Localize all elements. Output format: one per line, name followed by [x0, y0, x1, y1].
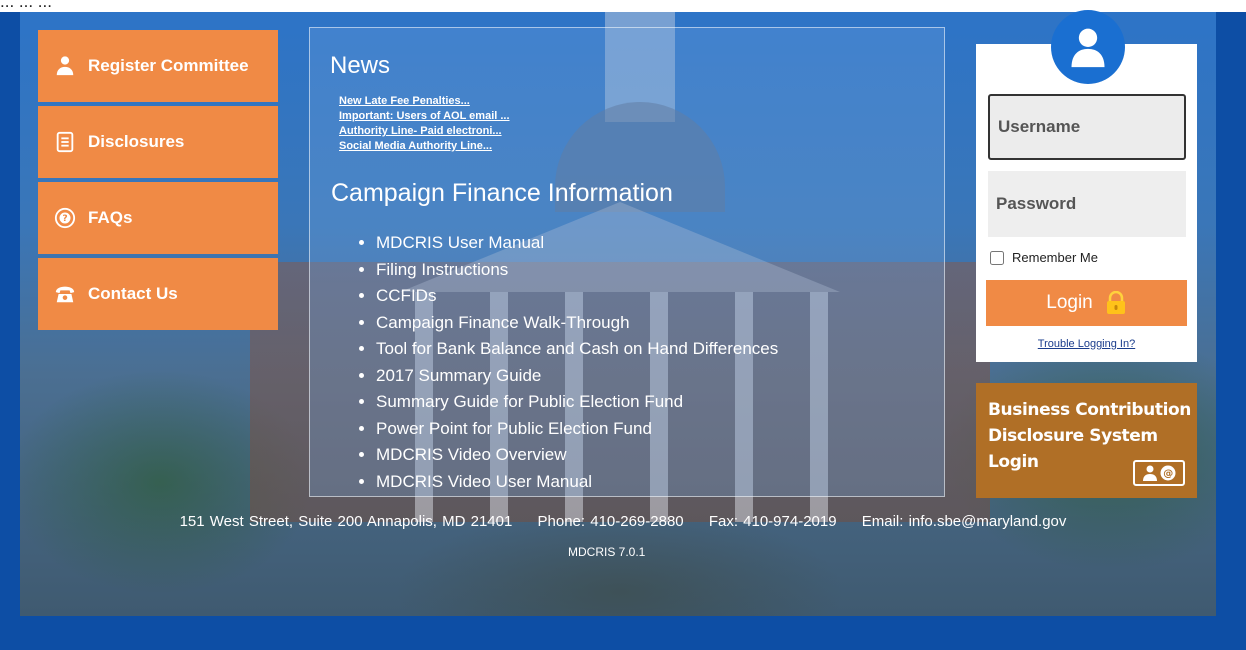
remember-me-checkbox[interactable]	[990, 250, 1004, 265]
nav-label: Register Committee	[88, 56, 249, 75]
nav-label: Contact Us	[88, 284, 178, 303]
business-contribution-login-button[interactable]: Business Contribution Disclosure System …	[976, 383, 1197, 498]
campaign-finance-link[interactable]: MDCRIS User Manual	[376, 230, 778, 257]
news-links: New Late Fee Penalties... Important: Use…	[339, 94, 510, 154]
contact-us-button[interactable]: Contact Us	[38, 258, 278, 330]
lock-icon	[1106, 291, 1125, 314]
trouble-logging-in-link[interactable]: Trouble Logging In?	[976, 338, 1197, 350]
user-icon	[56, 56, 74, 76]
top-strip-text: ... ... ...	[0, 0, 52, 11]
footer-email: Email: info.sbe@maryland.gov	[861, 513, 1067, 530]
remember-me-label: Remember Me	[1012, 250, 1098, 265]
campaign-finance-link[interactable]: CCFIDs	[376, 283, 778, 310]
bcd-line-2: Disclosure System	[988, 426, 1158, 446]
user-email-icon: @	[1133, 460, 1185, 486]
phone-icon	[55, 286, 75, 303]
remember-me[interactable]: Remember Me	[990, 250, 1098, 265]
user-avatar-icon	[1071, 28, 1105, 68]
nav-label: FAQs	[88, 208, 133, 227]
question-icon: ?	[54, 207, 76, 229]
footer-address: 151 West Street, Suite 200 Annapolis, MD…	[179, 513, 513, 530]
campaign-finance-link[interactable]: Power Point for Public Election Fund	[376, 416, 778, 443]
password-input[interactable]	[988, 171, 1186, 237]
news-link[interactable]: New Late Fee Penalties...	[339, 94, 510, 109]
campaign-finance-link[interactable]: Filing Instructions	[376, 257, 778, 284]
login-button-label: Login	[1046, 292, 1093, 313]
news-title: News	[330, 52, 391, 79]
campaign-finance-link[interactable]: 2017 Summary Guide	[376, 363, 778, 390]
login-button[interactable]: Login	[986, 280, 1187, 326]
campaign-finance-list: MDCRIS User Manual Filing Instructions C…	[356, 230, 778, 495]
news-panel: News New Late Fee Penalties... Important…	[309, 27, 945, 497]
nav-label: Disclosures	[88, 132, 185, 151]
footer-contact: 151 West Street, Suite 200 Annapolis, MD…	[0, 513, 1246, 530]
bcd-line-1: Business Contribution	[988, 400, 1191, 420]
campaign-finance-title: Campaign Finance Information	[331, 179, 673, 207]
campaign-finance-link[interactable]: Campaign Finance Walk-Through	[376, 310, 778, 337]
news-link[interactable]: Social Media Authority Line...	[339, 139, 510, 154]
disclosures-button[interactable]: Disclosures	[38, 106, 278, 178]
campaign-finance-link[interactable]: MDCRIS Video Overview	[376, 442, 778, 469]
campaign-finance-link[interactable]: Tool for Bank Balance and Cash on Hand D…	[376, 336, 778, 363]
news-link[interactable]: Authority Line- Paid electroni...	[339, 124, 510, 139]
svg-text:?: ?	[62, 213, 67, 224]
top-strip: ... ... ...	[0, 0, 1246, 12]
news-link[interactable]: Important: Users of AOL email ...	[339, 109, 510, 124]
svg-text:@: @	[1163, 469, 1173, 480]
campaign-finance-link[interactable]: MDCRIS Video User Manual	[376, 469, 778, 496]
footer-phone: Phone: 410-269-2880	[537, 513, 684, 530]
username-input[interactable]	[988, 94, 1186, 160]
app-version: MDCRIS 7.0.1	[568, 545, 646, 559]
avatar	[1051, 10, 1125, 84]
document-icon	[56, 131, 74, 153]
register-committee-button[interactable]: Register Committee	[38, 30, 278, 102]
footer-fax: Fax: 410-974-2019	[708, 513, 837, 530]
faqs-button[interactable]: ? FAQs	[38, 182, 278, 254]
campaign-finance-link[interactable]: Summary Guide for Public Election Fund	[376, 389, 778, 416]
